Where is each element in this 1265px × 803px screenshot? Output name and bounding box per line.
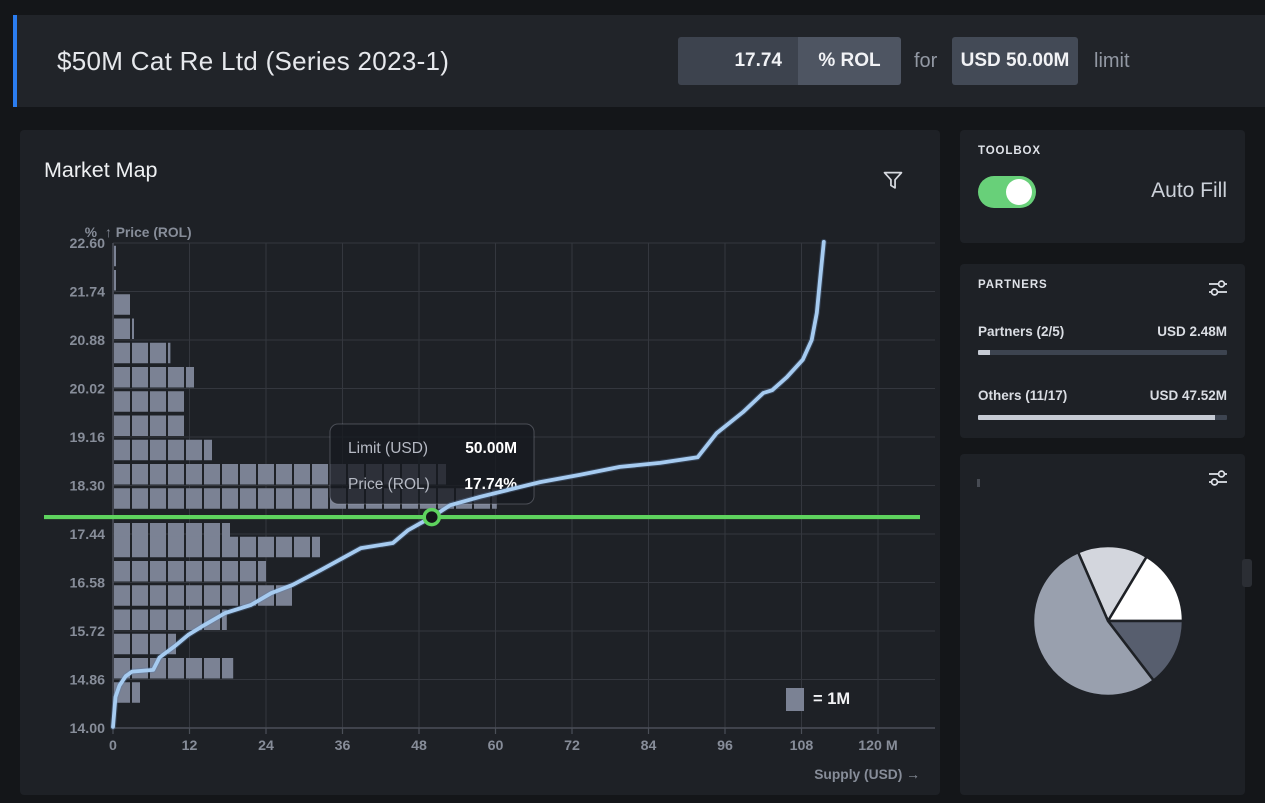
svg-text:72: 72 xyxy=(564,738,580,754)
svg-text:120 M: 120 M xyxy=(858,738,897,754)
current-price-marker[interactable] xyxy=(424,510,439,525)
partners-heading: PARTNERS xyxy=(978,279,1048,291)
toggle-knob xyxy=(1006,179,1032,205)
svg-text:%: % xyxy=(85,225,97,240)
block-legend: = 1M xyxy=(786,688,850,711)
partners-progress-bar xyxy=(978,350,1227,355)
limit-label: limit xyxy=(1094,37,1130,85)
scrollbar-thumb[interactable] xyxy=(1242,559,1252,587)
svg-text:50.00M: 50.00M xyxy=(465,440,517,457)
svg-text:12: 12 xyxy=(182,738,198,754)
svg-text:48: 48 xyxy=(411,738,427,754)
price-rol-input[interactable]: 17.74 xyxy=(678,37,798,85)
partners-row-label: Partners (2/5) xyxy=(978,324,1064,339)
legend-swatch xyxy=(786,688,804,711)
svg-text:18.30: 18.30 xyxy=(69,479,105,495)
sliders-icon[interactable] xyxy=(1206,276,1230,300)
svg-text:21.74: 21.74 xyxy=(69,285,105,301)
svg-text:Supply (USD) →: Supply (USD) → xyxy=(814,767,920,782)
svg-text:14.00: 14.00 xyxy=(69,721,105,737)
svg-text:Price (ROL): Price (ROL) xyxy=(348,476,430,493)
limit-value-input[interactable]: USD 50.00M xyxy=(952,37,1078,85)
page-title: $50M Cat Re Ltd (Series 2023-1) xyxy=(57,15,449,107)
svg-text:14.86: 14.86 xyxy=(69,673,105,689)
header-bar: $50M Cat Re Ltd (Series 2023-1) 17.74 % … xyxy=(13,15,1265,107)
market-map-panel: 14.00 14.86 15.72 16.58 17.44 18.30 19.16 20.02… xyxy=(20,130,940,795)
others-progress-bar xyxy=(978,415,1227,420)
allocation-panel xyxy=(960,454,1245,795)
others-row-value: USD 47.52M xyxy=(1150,388,1227,403)
app-window: $50M Cat Re Ltd (Series 2023-1) 17.74 % … xyxy=(0,0,1265,803)
svg-text:0: 0 xyxy=(109,738,117,754)
svg-text:96: 96 xyxy=(717,738,733,754)
price-rol-unit[interactable]: % ROL xyxy=(798,37,901,85)
svg-text:20.02: 20.02 xyxy=(69,382,105,398)
toolbox-heading: TOOLBOX xyxy=(978,145,1041,157)
svg-text:60: 60 xyxy=(488,738,504,754)
svg-text:20.88: 20.88 xyxy=(69,333,105,349)
market-map-title: Market Map xyxy=(44,158,158,183)
for-label: for xyxy=(914,37,937,85)
svg-text:Limit (USD): Limit (USD) xyxy=(348,440,428,457)
filter-icon[interactable] xyxy=(880,168,906,194)
svg-text:16.58: 16.58 xyxy=(69,576,105,592)
svg-text:24: 24 xyxy=(258,738,274,754)
svg-text:17.44: 17.44 xyxy=(69,527,105,543)
legend-label: = 1M xyxy=(813,690,850,709)
partners-panel: PARTNERS Partners (2/5) USD 2.48M Others… xyxy=(960,264,1245,438)
svg-text:108: 108 xyxy=(790,738,814,754)
auto-fill-label: Auto Fill xyxy=(1151,179,1227,203)
svg-text:15.72: 15.72 xyxy=(69,624,105,640)
svg-text:36: 36 xyxy=(335,738,351,754)
svg-text:84: 84 xyxy=(641,738,657,754)
partners-progress-fill xyxy=(978,350,990,355)
svg-text:↑ Price (ROL): ↑ Price (ROL) xyxy=(105,225,192,240)
allocation-pie-chart[interactable] xyxy=(960,454,1245,795)
partners-row-value: USD 2.48M xyxy=(1157,324,1227,339)
others-row-label: Others (11/17) xyxy=(978,388,1067,403)
auto-fill-toggle[interactable] xyxy=(978,176,1036,208)
svg-text:19.16: 19.16 xyxy=(69,430,105,446)
toolbox-panel: TOOLBOX Auto Fill xyxy=(960,130,1245,243)
others-progress-fill xyxy=(978,415,1215,420)
